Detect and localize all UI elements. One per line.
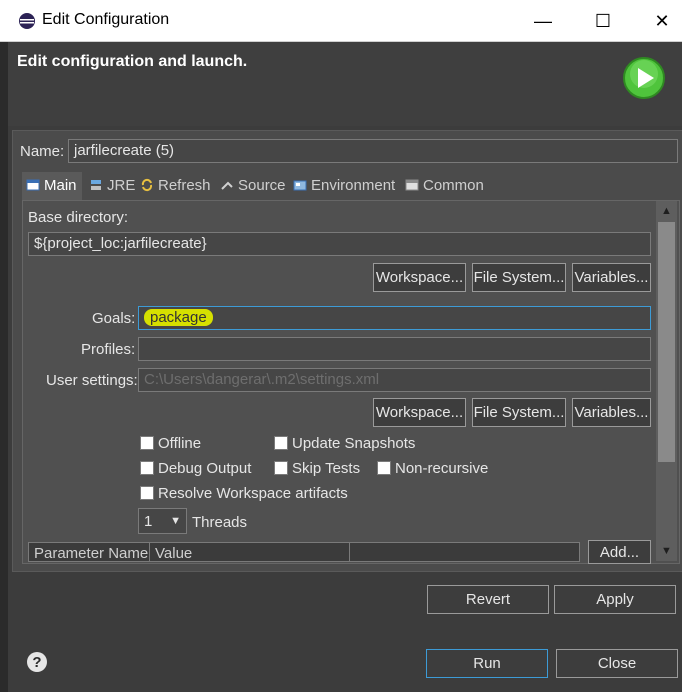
profiles-input[interactable] (138, 337, 651, 361)
update-snapshots-label: Update Snapshots (292, 435, 416, 452)
tab-refresh-label: Refresh (158, 176, 211, 194)
debug-output-label: Debug Output (158, 460, 252, 477)
run-label: Run (473, 655, 501, 672)
non-recursive-label: Non-recursive (395, 460, 489, 477)
debug-output-checkbox[interactable] (140, 461, 154, 475)
offline-checkbox[interactable] (140, 436, 154, 450)
maximize-button[interactable]: ☐ (580, 6, 626, 36)
skip-tests-label: Skip Tests (292, 460, 361, 477)
apply-label: Apply (596, 591, 634, 608)
tab-main[interactable]: Main (26, 174, 77, 196)
settings-file-system-label: File System... (473, 404, 565, 421)
threads-value: 1 (144, 512, 153, 530)
goals-label: Goals: (92, 310, 136, 327)
environment-icon (293, 180, 307, 191)
close-label: Close (597, 655, 637, 672)
column-divider (149, 543, 150, 561)
minimize-button[interactable]: — (520, 6, 566, 36)
base-variables-button[interactable]: Variables... (572, 263, 651, 292)
column-parameter-name[interactable]: Parameter Name (34, 545, 148, 562)
left-border (0, 42, 8, 692)
main-tab-icon (26, 179, 40, 191)
base-directory-input[interactable]: ${project_loc:jarfilecreate} (28, 232, 651, 256)
settings-variables-button[interactable]: Variables... (572, 398, 651, 427)
goals-value: package (144, 309, 213, 326)
close-dialog-button[interactable]: Close (556, 649, 678, 678)
add-parameter-button[interactable]: Add... (588, 540, 651, 564)
scroll-down-icon[interactable]: ▼ (658, 543, 675, 559)
tab-environment-label: Environment (311, 176, 396, 194)
settings-workspace-label: Workspace... (375, 404, 464, 421)
add-parameter-label: Add... (599, 543, 640, 561)
run-button[interactable]: Run (426, 649, 548, 678)
column-divider-2 (349, 543, 350, 561)
resolve-workspace-checkbox[interactable] (140, 486, 154, 500)
tab-environment[interactable]: Environment (293, 174, 395, 196)
profiles-label: Profiles: (81, 341, 136, 358)
tab-source[interactable]: Source (220, 174, 286, 196)
resolve-workspace-label: Resolve Workspace artifacts (158, 485, 348, 502)
base-file-system-button[interactable]: File System... (472, 263, 566, 292)
source-icon (221, 181, 233, 190)
threads-label: Threads (192, 514, 248, 531)
user-settings-input[interactable]: C:\Users\dangerar\.m2\settings.xml (138, 368, 651, 392)
name-label: Name: (20, 143, 65, 160)
help-icon[interactable]: ? (27, 652, 47, 672)
scrollbar-thumb[interactable] (658, 222, 675, 462)
eclipse-icon (18, 12, 36, 30)
settings-file-system-button[interactable]: File System... (472, 398, 566, 427)
non-recursive-checkbox[interactable] (377, 461, 391, 475)
user-settings-label: User settings: (46, 372, 138, 389)
revert-label: Revert (465, 591, 511, 608)
column-value[interactable]: Value (155, 545, 192, 562)
apply-button[interactable]: Apply (554, 585, 676, 614)
revert-button[interactable]: Revert (427, 585, 549, 614)
chevron-down-icon: ▼ (170, 515, 181, 527)
header-title: Edit configuration and launch. (17, 53, 248, 70)
common-icon (405, 179, 419, 191)
scroll-up-icon[interactable]: ▲ (658, 203, 675, 219)
base-workspace-label: Workspace... (375, 269, 464, 286)
tab-source-label: Source (238, 176, 286, 194)
base-directory-label: Base directory: (28, 209, 129, 226)
skip-tests-checkbox[interactable] (274, 461, 288, 475)
launch-run-icon (622, 56, 666, 100)
tab-jre-label: JRE (107, 176, 136, 194)
threads-select[interactable]: 1 ▼ (138, 508, 187, 534)
tab-common[interactable]: Common (405, 174, 484, 196)
offline-label: Offline (158, 435, 202, 452)
refresh-icon (141, 178, 153, 192)
settings-variables-label: Variables... (574, 404, 649, 421)
tab-main-label: Main (44, 176, 77, 194)
close-button[interactable]: ✕ (639, 6, 682, 36)
base-variables-label: Variables... (574, 269, 649, 286)
update-snapshots-checkbox[interactable] (274, 436, 288, 450)
settings-workspace-button[interactable]: Workspace... (373, 398, 466, 427)
tab-refresh[interactable]: Refresh (140, 174, 211, 196)
base-file-system-label: File System... (473, 269, 565, 286)
jre-icon (91, 180, 101, 190)
tab-jre[interactable]: JRE (89, 174, 135, 196)
base-workspace-button[interactable]: Workspace... (373, 263, 466, 292)
goals-input[interactable]: package (138, 306, 651, 330)
window-title: Edit Configuration (42, 11, 170, 28)
tab-common-label: Common (423, 176, 484, 194)
name-input[interactable]: jarfilecreate (5) (68, 139, 678, 163)
